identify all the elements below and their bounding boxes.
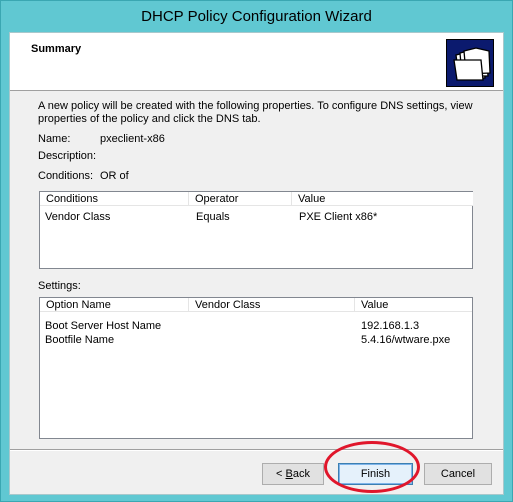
wizard-client-area: Summary A new policy will be created wit… — [9, 32, 504, 495]
column-header-vendor-class[interactable]: Vendor Class — [189, 298, 355, 312]
cancel-button[interactable]: Cancel — [424, 463, 492, 485]
settings-list-header: Option Name Vendor Class Value — [40, 298, 472, 312]
title-bar[interactable]: DHCP Policy Configuration Wizard — [1, 1, 512, 32]
operator-cell: Equals — [196, 211, 230, 223]
folder-stack-icon-graphic — [453, 47, 491, 81]
condition-cell: Vendor Class — [45, 211, 111, 223]
settings-list[interactable]: Option Name Vendor Class Value Boot Serv… — [39, 297, 473, 439]
back-rest: ack — [292, 468, 310, 480]
column-header-option-name[interactable]: Option Name — [40, 298, 189, 312]
finish-highlight-annotation — [324, 441, 420, 493]
table-row[interactable]: Vendor Class Equals PXE Client x86* — [40, 210, 472, 224]
conditions-list[interactable]: Conditions Operator Value Vendor Class E… — [39, 191, 473, 269]
option-name-cell: Boot Server Host Name — [45, 320, 162, 332]
conditions-list-header: Conditions Operator Value — [40, 192, 473, 206]
page-heading: Summary — [31, 43, 82, 55]
column-header-value[interactable]: Value — [355, 298, 472, 312]
name-value: pxeclient-x86 — [100, 133, 165, 145]
back-prefix: < — [276, 468, 286, 480]
back-accelerator: B — [285, 468, 293, 480]
column-header-operator[interactable]: Operator — [189, 192, 292, 206]
window-title: DHCP Policy Configuration Wizard — [141, 8, 372, 25]
value-cell: 192.168.1.3 — [361, 320, 420, 332]
wizard-header: Summary — [10, 33, 503, 91]
settings-label: Settings: — [38, 280, 81, 292]
wizard-window: DHCP Policy Configuration Wizard Summary… — [0, 0, 513, 502]
value-cell: PXE Client x86* — [299, 211, 378, 223]
conditions-value: OR of — [100, 170, 129, 182]
column-header-value[interactable]: Value — [292, 192, 473, 206]
table-row[interactable]: Bootfile Name 5.4.16/wtware.pxe — [40, 333, 472, 347]
conditions-label: Conditions: — [38, 170, 94, 182]
folder-stack-icon — [446, 39, 494, 87]
table-row[interactable]: Boot Server Host Name 192.168.1.3 — [40, 319, 472, 333]
back-button[interactable]: < Back — [262, 463, 324, 485]
value-cell: 5.4.16/wtware.pxe — [361, 334, 451, 346]
column-header-conditions[interactable]: Conditions — [40, 192, 189, 206]
button-separator — [10, 449, 503, 451]
description-label: Description: — [38, 150, 97, 162]
intro-text: A new policy will be created with the fo… — [38, 100, 473, 125]
option-name-cell: Bootfile Name — [45, 334, 115, 346]
name-label: Name: — [38, 133, 71, 145]
